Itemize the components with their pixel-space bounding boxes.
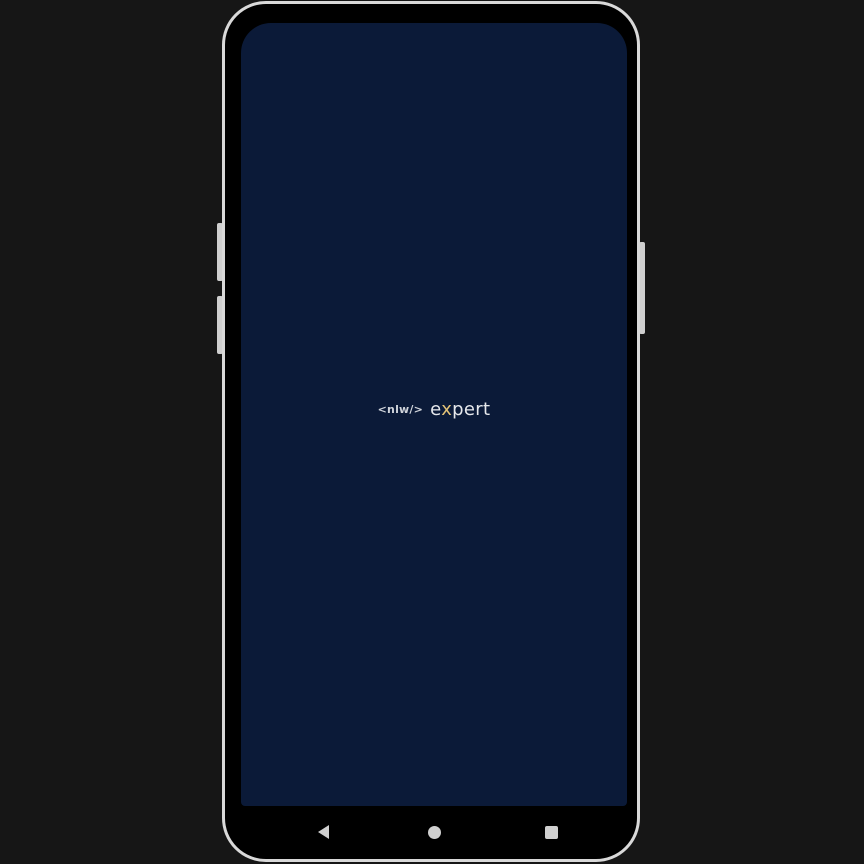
phone-bezel: <nlw/> expert [229, 8, 633, 855]
status-bar [241, 23, 627, 41]
logo-wordmark: expert [430, 399, 490, 420]
back-icon [317, 825, 329, 839]
stage: <nlw/> expert [0, 0, 864, 864]
home-icon [427, 825, 441, 839]
logo-word-suffix: pert [452, 399, 491, 420]
system-navigation-bar [241, 806, 627, 855]
logo-tag: <nlw/> [377, 403, 424, 416]
logo-x-mark: x [441, 399, 453, 420]
back-button[interactable] [313, 822, 333, 842]
app-screen: <nlw/> expert [241, 23, 627, 806]
splash-logo: <nlw/> expert [241, 399, 627, 420]
phone-frame: <nlw/> expert [222, 1, 640, 862]
home-button[interactable] [424, 822, 444, 842]
logo-word-prefix: e [430, 399, 442, 420]
recents-icon [544, 825, 558, 839]
recents-button[interactable] [541, 822, 561, 842]
